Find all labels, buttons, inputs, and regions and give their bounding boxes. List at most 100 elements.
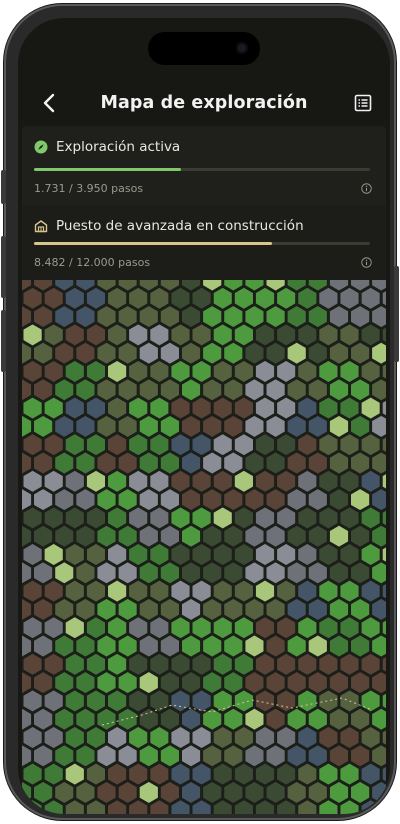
map-hex-tile[interactable] xyxy=(43,761,65,787)
map-hex-tile[interactable] xyxy=(159,597,181,622)
map-hex-tile[interactable] xyxy=(85,286,107,311)
map-hex-tile[interactable] xyxy=(328,707,350,732)
map-hex-tile[interactable] xyxy=(85,615,107,640)
map-hex-tile[interactable] xyxy=(127,322,149,348)
map-hex-tile[interactable] xyxy=(22,395,44,421)
back-button[interactable] xyxy=(34,88,64,118)
map-hex-tile[interactable] xyxy=(201,377,223,402)
map-hex-tile[interactable] xyxy=(180,377,202,402)
map-hex-tile[interactable] xyxy=(148,615,170,640)
map-hex-tile[interactable] xyxy=(265,414,287,439)
map-hex-tile[interactable] xyxy=(148,395,170,421)
map-hex-tile[interactable] xyxy=(275,761,297,787)
map-hex-tile[interactable] xyxy=(191,322,213,348)
map-hex-tile[interactable] xyxy=(212,578,234,604)
map-hex-tile[interactable] xyxy=(233,578,255,604)
map-hex-tile[interactable] xyxy=(328,341,350,366)
map-hex-tile[interactable] xyxy=(169,395,192,421)
map-hex-tile[interactable] xyxy=(127,395,149,421)
map-hex-tile[interactable] xyxy=(254,322,276,348)
map-hex-tile[interactable] xyxy=(360,761,382,787)
map-hex-tile[interactable] xyxy=(275,432,297,457)
map-hex-tile[interactable] xyxy=(64,432,86,457)
map-hex-tile[interactable] xyxy=(265,450,287,476)
map-hex-tile[interactable] xyxy=(317,761,339,787)
map-hex-tile[interactable] xyxy=(32,524,54,549)
map-hex-tile[interactable] xyxy=(127,359,149,384)
map-hex-tile[interactable] xyxy=(22,652,44,677)
map-hex-tile[interactable] xyxy=(180,487,202,512)
map-hex-tile[interactable] xyxy=(159,377,181,402)
hex-exploration-map[interactable] xyxy=(22,280,386,814)
map-hex-tile[interactable] xyxy=(43,505,65,531)
map-hex-tile[interactable] xyxy=(138,524,160,549)
map-hex-tile[interactable] xyxy=(53,414,75,439)
map-hex-tile[interactable] xyxy=(339,652,360,677)
map-hex-tile[interactable] xyxy=(243,414,265,439)
map-hex-tile[interactable] xyxy=(127,725,149,750)
map-hex-tile[interactable] xyxy=(360,652,382,677)
map-hex-tile[interactable] xyxy=(53,560,75,585)
map-hex-tile[interactable] xyxy=(286,414,308,439)
map-hex-tile[interactable] xyxy=(95,707,118,732)
map-hex-tile[interactable] xyxy=(201,597,223,622)
map-hex-tile[interactable] xyxy=(254,432,276,457)
map-hex-tile[interactable] xyxy=(233,688,255,714)
map-hex-tile[interactable] xyxy=(296,578,318,604)
map-hex-tile[interactable] xyxy=(191,395,213,421)
map-hex-tile[interactable] xyxy=(53,780,75,805)
map-hex-tile[interactable] xyxy=(286,560,308,585)
map-hex-tile[interactable] xyxy=(307,743,329,768)
map-hex-tile[interactable] xyxy=(22,688,44,714)
map-hex-tile[interactable] xyxy=(117,524,139,549)
map-hex-tile[interactable] xyxy=(74,377,96,402)
map-hex-tile[interactable] xyxy=(201,304,223,329)
map-hex-tile[interactable] xyxy=(43,432,65,457)
map-hex-tile[interactable] xyxy=(22,578,44,604)
map-hex-tile[interactable] xyxy=(307,670,329,695)
map-hex-tile[interactable] xyxy=(328,780,350,805)
map-hex-tile[interactable] xyxy=(212,469,234,494)
map-hex-tile[interactable] xyxy=(64,578,86,604)
map-hex-tile[interactable] xyxy=(117,670,139,695)
map-hex-tile[interactable] xyxy=(339,542,360,567)
map-hex-tile[interactable] xyxy=(191,469,213,494)
map-hex-tile[interactable] xyxy=(180,670,202,695)
map-hex-tile[interactable] xyxy=(349,377,371,402)
map-hex-tile[interactable] xyxy=(138,560,160,585)
map-hex-tile[interactable] xyxy=(286,341,308,366)
map-hex-tile[interactable] xyxy=(159,707,181,732)
map-hex-tile[interactable] xyxy=(169,688,192,714)
map-hex-tile[interactable] xyxy=(307,633,329,659)
map-hex-tile[interactable] xyxy=(117,780,139,805)
map-hex-tile[interactable] xyxy=(360,615,382,640)
map-hex-tile[interactable] xyxy=(64,761,86,787)
map-hex-tile[interactable] xyxy=(95,377,118,402)
map-hex-tile[interactable] xyxy=(286,743,308,768)
map-hex-tile[interactable] xyxy=(117,560,139,585)
map-hex-tile[interactable] xyxy=(106,578,128,604)
map-hex-tile[interactable] xyxy=(339,432,360,457)
map-hex-tile[interactable] xyxy=(180,633,202,659)
map-hex-tile[interactable] xyxy=(201,780,223,805)
map-hex-tile[interactable] xyxy=(212,286,234,311)
map-hex-tile[interactable] xyxy=(43,578,65,604)
map-hex-tile[interactable] xyxy=(127,286,149,311)
map-hex-tile[interactable] xyxy=(222,414,244,439)
map-hex-tile[interactable] xyxy=(85,432,107,457)
map-hex-tile[interactable] xyxy=(265,377,287,402)
map-hex-tile[interactable] xyxy=(64,688,86,714)
map-hex-tile[interactable] xyxy=(243,743,265,768)
map-hex-tile[interactable] xyxy=(254,286,276,311)
map-hex-tile[interactable] xyxy=(243,304,265,329)
map-hex-tile[interactable] xyxy=(53,304,75,329)
map-hex-tile[interactable] xyxy=(180,414,202,439)
map-hex-tile[interactable] xyxy=(349,743,371,768)
map-hex-tile[interactable] xyxy=(95,524,118,549)
map-hex-tile[interactable] xyxy=(222,633,244,659)
map-hex-tile[interactable] xyxy=(339,286,360,311)
map-hex-tile[interactable] xyxy=(138,487,160,512)
map-hex-tile[interactable] xyxy=(43,395,65,421)
map-hex-tile[interactable] xyxy=(169,359,192,384)
map-hex-tile[interactable] xyxy=(339,359,360,384)
